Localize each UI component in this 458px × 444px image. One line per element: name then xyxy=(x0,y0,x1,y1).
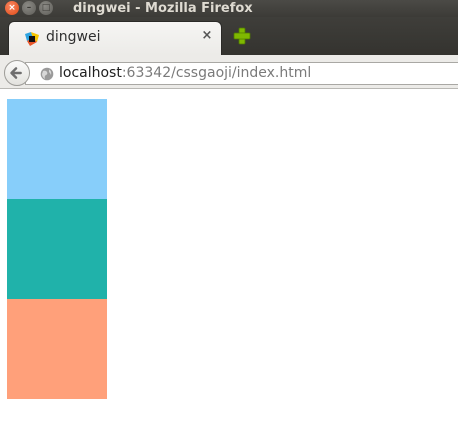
page-content xyxy=(0,91,458,444)
window-close-button[interactable]: × xyxy=(5,1,19,15)
url-text[interactable]: localhost:63342/cssgaoji/index.html xyxy=(59,65,311,81)
back-arrow-icon[interactable] xyxy=(4,60,30,86)
teal-box xyxy=(7,199,107,299)
url-host: localhost xyxy=(59,65,122,81)
new-tab-plus-icon[interactable] xyxy=(233,27,251,45)
title-bar: × – □ dingwei - Mozilla Firefox xyxy=(0,0,458,17)
browser-window: × – □ dingwei - Mozilla Firefox dingwei … xyxy=(0,0,458,444)
globe-icon[interactable] xyxy=(40,67,54,81)
light-blue-box xyxy=(7,99,107,199)
tab-strip: dingwei × xyxy=(0,17,458,55)
tab-label: dingwei xyxy=(46,29,101,45)
url-path: :63342/cssgaoji/index.html xyxy=(121,65,312,81)
window-minimize-button[interactable]: – xyxy=(22,1,36,15)
webstorm-favicon-icon xyxy=(25,32,39,46)
tab-close-icon[interactable]: × xyxy=(200,28,214,44)
url-bar[interactable]: localhost:63342/cssgaoji/index.html xyxy=(25,62,458,85)
salmon-box xyxy=(7,299,107,399)
navigation-bar: localhost:63342/cssgaoji/index.html xyxy=(0,55,458,89)
window-title: dingwei - Mozilla Firefox xyxy=(73,1,253,16)
window-maximize-button[interactable]: □ xyxy=(39,1,53,15)
tab-dingwei[interactable]: dingwei × xyxy=(8,21,222,55)
